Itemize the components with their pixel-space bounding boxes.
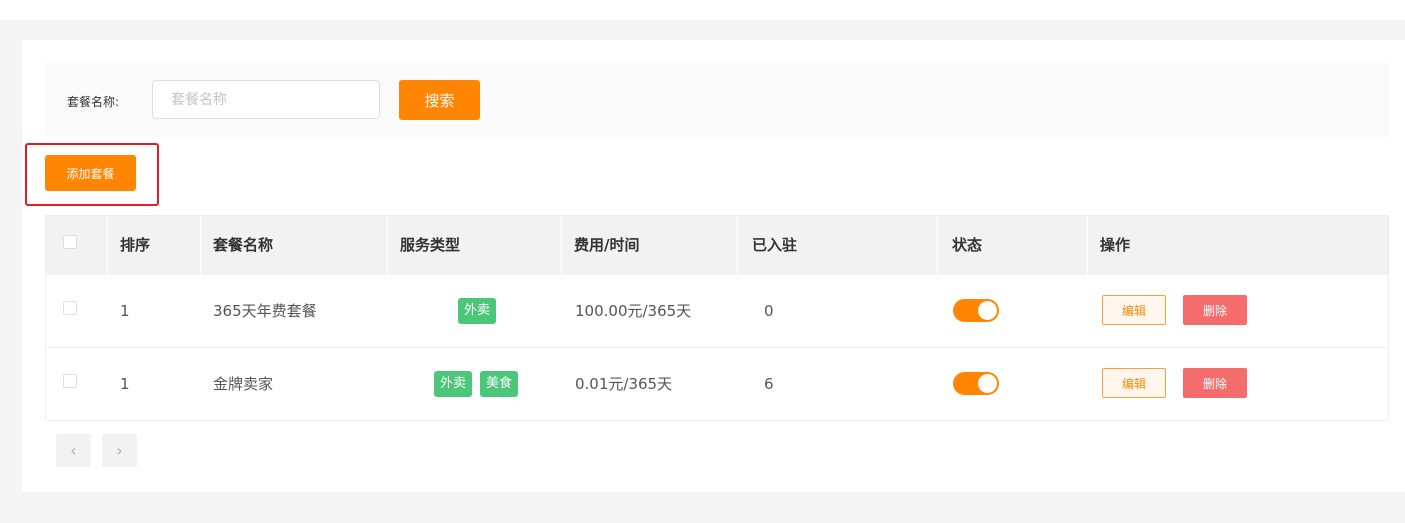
header-service-type: 服务类型	[388, 216, 562, 275]
add-package-button[interactable]: 添加套餐	[45, 155, 136, 191]
row-checkbox[interactable]	[63, 301, 77, 315]
header-status: 状态	[938, 216, 1088, 275]
delete-button[interactable]: 删除	[1183, 368, 1247, 398]
row-joined: 6	[764, 375, 774, 393]
next-page-button[interactable]: ›	[102, 434, 137, 467]
service-tag: 美食	[480, 371, 519, 397]
table-row: 1 365天年费套餐 外卖 100.00元/365天 0 编辑 删除	[46, 275, 1388, 348]
top-bar	[0, 0, 1405, 20]
search-button[interactable]: 搜索	[399, 80, 480, 120]
row-name: 365天年费套餐	[213, 302, 317, 320]
header-order: 排序	[108, 216, 201, 275]
header-fee: 费用/时间	[562, 216, 738, 275]
service-tag: 外卖	[434, 371, 473, 397]
toggle-knob	[978, 301, 997, 320]
service-tag: 外卖	[458, 298, 497, 324]
select-all-checkbox[interactable]	[63, 235, 77, 249]
row-checkbox[interactable]	[63, 374, 77, 388]
edit-button[interactable]: 编辑	[1102, 295, 1166, 325]
toggle-knob	[978, 374, 997, 393]
row-fee: 0.01元/365天	[575, 375, 673, 393]
main-card: 套餐名称: 搜索 添加套餐 排序 套餐名称 服务类型 费用/时间 已入驻 状态 …	[22, 40, 1405, 492]
header-select-cell	[46, 216, 108, 275]
prev-page-button[interactable]: ‹	[56, 434, 91, 467]
package-table: 排序 套餐名称 服务类型 费用/时间 已入驻 状态 操作 1 365天年费套餐 …	[45, 215, 1389, 421]
status-toggle[interactable]	[953, 372, 999, 395]
header-actions: 操作	[1100, 236, 1131, 254]
row-joined: 0	[764, 302, 774, 320]
table-row: 1 金牌卖家 外卖 美食 0.01元/365天 6 编辑 删除	[46, 348, 1388, 421]
delete-button[interactable]: 删除	[1183, 295, 1247, 325]
row-fee: 100.00元/365天	[575, 302, 692, 320]
search-input[interactable]	[152, 80, 380, 119]
search-label: 套餐名称:	[67, 95, 120, 109]
header-name: 套餐名称	[201, 216, 388, 275]
row-order: 1	[120, 302, 130, 320]
table-header: 排序 套餐名称 服务类型 费用/时间 已入驻 状态 操作	[46, 216, 1388, 275]
header-joined: 已入驻	[738, 216, 938, 275]
edit-button[interactable]: 编辑	[1102, 368, 1166, 398]
search-panel: 套餐名称: 搜索	[45, 63, 1389, 137]
status-toggle[interactable]	[953, 299, 999, 322]
row-name: 金牌卖家	[213, 375, 274, 393]
row-order: 1	[120, 375, 130, 393]
